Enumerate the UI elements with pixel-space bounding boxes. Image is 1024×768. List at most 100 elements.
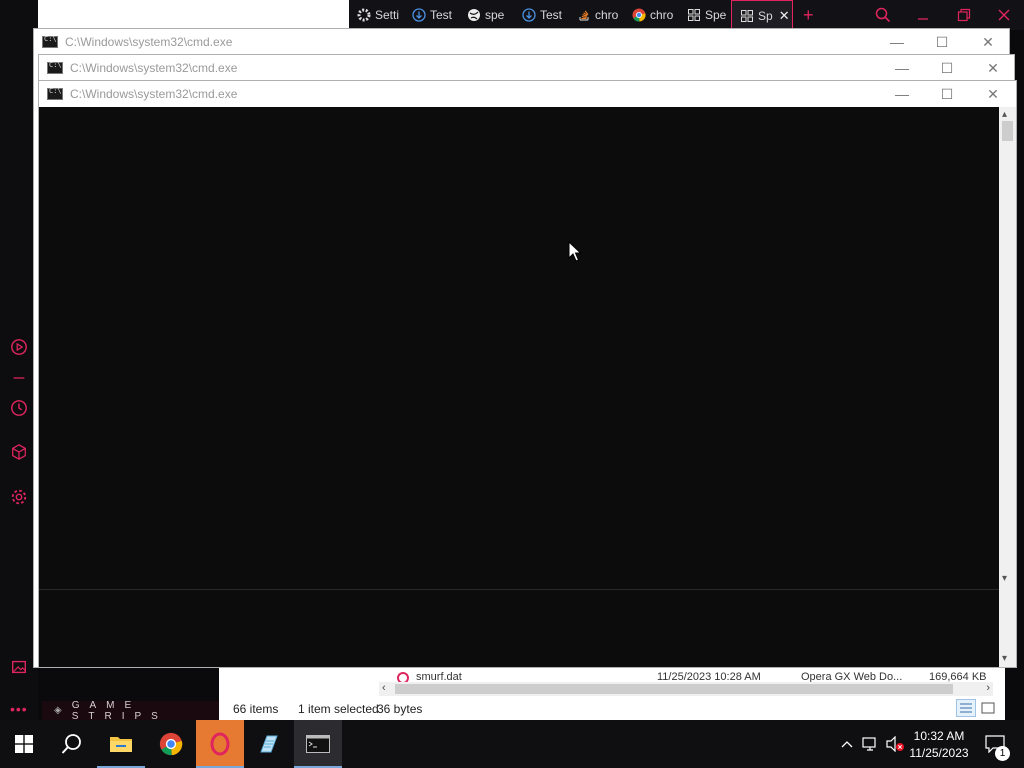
globe-icon xyxy=(467,8,481,22)
chrome-icon xyxy=(159,732,183,756)
gear-icon xyxy=(357,8,371,22)
history-icon[interactable] xyxy=(9,398,29,418)
minimize-button[interactable]: — xyxy=(879,55,925,81)
grid-icon xyxy=(687,8,701,22)
notification-badge: 1 xyxy=(995,746,1010,761)
scroll-down-icon[interactable]: ▾ xyxy=(1002,653,1007,664)
close-button[interactable]: ✕ xyxy=(970,55,1016,81)
tab-chrome-2[interactable]: chro xyxy=(624,0,679,30)
file-type: Opera GX Web Do... xyxy=(801,671,903,682)
file-name: smurf.dat xyxy=(416,671,462,682)
download-icon xyxy=(522,8,536,22)
notification-center-button[interactable]: 1 xyxy=(980,720,1010,768)
scroll-up-icon[interactable]: ▴ xyxy=(1002,109,1007,120)
download-icon xyxy=(412,8,426,22)
volume-muted-icon[interactable] xyxy=(884,720,906,768)
item-count: 66 items xyxy=(233,702,279,716)
tab-test-1[interactable]: Test xyxy=(404,0,459,30)
cmd-icon xyxy=(306,735,330,753)
close-button[interactable]: ✕ xyxy=(965,29,1011,55)
cmd-window-3[interactable]: C:\Windows\system32\cmd.exe — ☐ ✕ ▴ ▾ ▾ xyxy=(38,80,1017,668)
close-button[interactable]: ✕ xyxy=(970,81,1016,107)
show-hidden-icons-button[interactable] xyxy=(838,720,856,768)
tab-spe[interactable]: Spe xyxy=(679,0,731,30)
maximize-button[interactable]: ☐ xyxy=(924,81,970,107)
taskbar: 10:32 AM 11/25/2023 1 xyxy=(0,720,1024,768)
grid-icon xyxy=(740,9,754,23)
large-icons-view-button[interactable] xyxy=(978,699,998,717)
lower-vertical-scrollbar[interactable]: ▾ xyxy=(999,589,1016,667)
search-button[interactable] xyxy=(48,720,96,768)
scroll-left-icon[interactable]: ‹ xyxy=(382,682,386,694)
tab-label: Spe xyxy=(705,8,727,22)
play-icon[interactable] xyxy=(9,337,29,357)
tab-speed[interactable]: spe xyxy=(459,0,514,30)
selection-size: 36 bytes xyxy=(377,702,423,716)
minimize-icon[interactable] xyxy=(903,0,943,30)
opera-gx-icon xyxy=(210,732,230,756)
cmd-title: C:\Windows\system32\cmd.exe xyxy=(65,35,233,49)
file-size: 169,664 KB xyxy=(929,671,987,682)
clock-time: 10:32 AM xyxy=(913,729,965,743)
details-view-button[interactable] xyxy=(956,699,976,717)
search-tabs-icon[interactable] xyxy=(863,0,903,30)
scroll-thumb[interactable] xyxy=(395,684,953,694)
notepad-button[interactable] xyxy=(245,720,293,768)
cube-icon[interactable] xyxy=(9,442,29,462)
tab-sp-active[interactable]: Sp ✕ xyxy=(731,0,793,30)
more-icon[interactable]: ••• xyxy=(10,701,28,717)
network-icon[interactable] xyxy=(860,720,882,768)
start-button[interactable] xyxy=(0,720,48,768)
cmd-titlebar[interactable]: C:\Windows\system32\cmd.exe xyxy=(34,29,1009,55)
file-date: 11/25/2023 10:28 AM xyxy=(657,671,761,682)
search-icon xyxy=(61,734,81,754)
cmd-icon xyxy=(47,87,63,100)
opera-file-icon xyxy=(397,672,409,682)
windows-icon xyxy=(15,735,33,753)
stackoverflow-icon xyxy=(577,8,591,22)
horizontal-scrollbar[interactable]: ‹ › xyxy=(379,682,993,696)
maximize-button[interactable]: ☐ xyxy=(924,55,970,81)
tab-label: chro xyxy=(595,8,619,22)
minimize-button[interactable]: — xyxy=(879,81,925,107)
scroll-thumb[interactable] xyxy=(1002,121,1013,141)
tab-label: chro xyxy=(650,8,674,22)
close-tab-icon[interactable]: ✕ xyxy=(779,8,790,24)
clock[interactable]: 10:32 AM 11/25/2023 xyxy=(904,728,974,762)
cmd-console-area[interactable]: ▴ ▾ ▾ xyxy=(39,107,1016,667)
restore-icon[interactable] xyxy=(944,0,984,30)
pen-paper-icon xyxy=(260,735,278,753)
vertical-scrollbar[interactable]: ▴ ▾ xyxy=(999,107,1016,589)
settings-icon[interactable] xyxy=(9,487,29,507)
minimize-button[interactable]: — xyxy=(874,29,920,55)
tab-label: Test xyxy=(540,8,563,22)
image-icon[interactable] xyxy=(9,657,29,677)
close-browser-icon[interactable] xyxy=(984,0,1024,30)
file-row[interactable]: smurf.dat 11/25/2023 10:28 AM Opera GX W… xyxy=(219,666,1005,682)
mouse-cursor xyxy=(568,240,582,266)
scroll-down-icon[interactable]: ▾ xyxy=(1002,573,1007,584)
tab-settings[interactable]: Setti xyxy=(349,0,404,30)
cmd-icon xyxy=(47,61,63,74)
tab-test-2[interactable]: Test xyxy=(514,0,569,30)
cmd-titlebar[interactable]: C:\Windows\system32\cmd.exe xyxy=(39,55,1014,81)
chrome-icon xyxy=(632,8,646,22)
file-explorer-button[interactable] xyxy=(97,720,145,768)
opera-gx-button[interactable] xyxy=(196,720,244,768)
chrome-button[interactable] xyxy=(147,720,195,768)
file-explorer-window: smurf.dat 11/25/2023 10:28 AM Opera GX W… xyxy=(219,666,1005,720)
scroll-right-icon[interactable]: › xyxy=(986,682,990,694)
maximize-button[interactable]: ☐ xyxy=(919,29,965,55)
status-bar: 66 items 1 item selected 36 bytes xyxy=(219,698,1005,720)
cmd-titlebar[interactable]: C:\Windows\system32\cmd.exe xyxy=(39,81,1016,107)
cmd-title: C:\Windows\system32\cmd.exe xyxy=(70,87,238,101)
tab-label: spe xyxy=(485,8,505,22)
game-strips-banner: ◈ GAME STRIPS xyxy=(42,699,220,721)
chevron-up-icon xyxy=(841,741,853,748)
desktop: Setti Test spe Test chro chro Spe Sp ✕ +… xyxy=(0,0,1024,720)
game-strips-label: GAME STRIPS xyxy=(71,699,168,721)
cmd-taskbar-button[interactable] xyxy=(294,720,342,768)
tab-label: Test xyxy=(430,8,453,22)
tab-chrome-1[interactable]: chro xyxy=(569,0,624,30)
new-tab-button[interactable]: + xyxy=(793,5,824,26)
